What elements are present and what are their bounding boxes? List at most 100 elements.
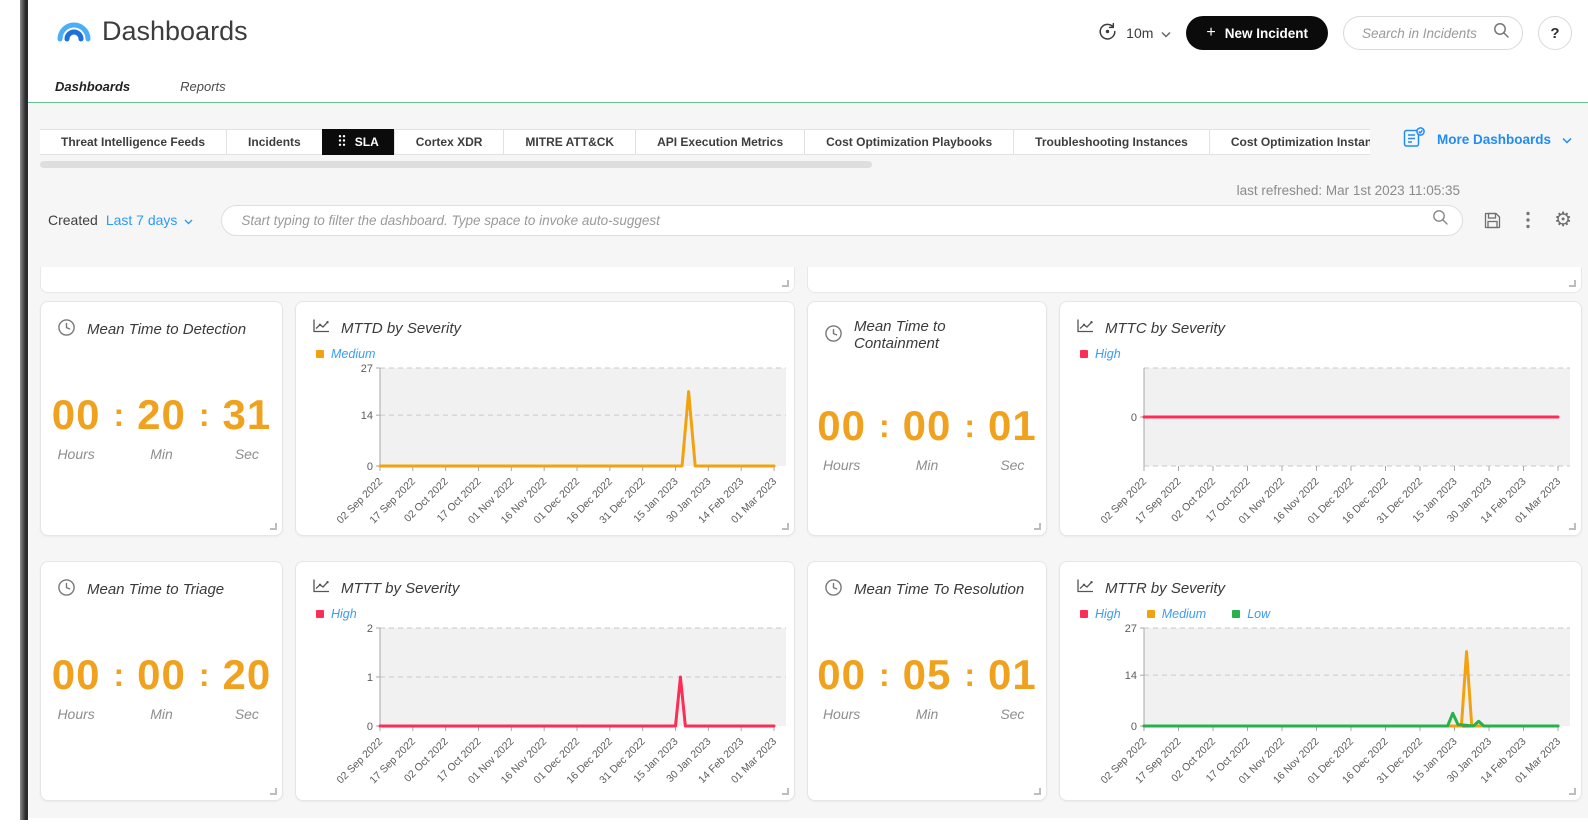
dashboard-tab-sla[interactable]: SLA: [322, 129, 395, 155]
settings-gear-button[interactable]: ⚙: [1554, 210, 1572, 230]
clock-icon: [824, 324, 843, 347]
resize-handle[interactable]: [782, 523, 789, 530]
minutes-value: 05: [903, 651, 952, 699]
svg-text:0: 0: [1131, 721, 1137, 733]
widget-mean-time-to-triage: Mean Time to Triage 00Hours : 00Min : 20…: [40, 561, 283, 801]
clock-icon: [57, 318, 76, 341]
new-dashboard-icon[interactable]: [1403, 127, 1426, 151]
resize-handle[interactable]: [782, 280, 789, 287]
dashboard-filter-input[interactable]: [239, 212, 1432, 229]
svg-text:0: 0: [367, 461, 373, 473]
created-range-selector[interactable]: Last 7 days: [106, 212, 194, 228]
widget-title: Mean Time to Containment: [854, 318, 1030, 352]
new-incident-button[interactable]: + New Incident: [1186, 16, 1328, 50]
resize-handle[interactable]: [1569, 788, 1576, 795]
dashboard-tab-cost-optimization-instances[interactable]: Cost Optimization Instances: [1209, 129, 1370, 155]
chevron-down-icon: [184, 212, 193, 228]
mttt-chart: 21002 Sep 202217 Sep 202202 Oct 202217 O…: [300, 620, 792, 790]
plus-icon: +: [1206, 24, 1215, 42]
chevron-down-icon: [1161, 25, 1171, 41]
legend-item-high[interactable]: High: [316, 607, 357, 621]
search-input[interactable]: [1360, 25, 1493, 42]
resize-handle[interactable]: [270, 523, 277, 530]
dashboard-tab-api-execution-metrics[interactable]: API Execution Metrics: [635, 129, 805, 155]
mttd-chart: 2714002 Sep 202217 Sep 202202 Oct 202217…: [300, 360, 792, 530]
kebab-menu-button[interactable]: [1526, 211, 1530, 229]
widget-mean-time-to-resolution: Mean Time To Resolution 00Hours : 05Min …: [807, 561, 1047, 801]
hours-value: 00: [817, 402, 866, 450]
save-dashboard-button[interactable]: [1483, 211, 1502, 230]
clock-icon: [57, 578, 76, 601]
dashboard-tab-incidents[interactable]: Incidents: [226, 129, 323, 155]
svg-text:27: 27: [361, 363, 373, 375]
filter-row: Created Last 7 days: [48, 204, 1572, 236]
legend-item-high[interactable]: High: [1080, 347, 1121, 361]
collapsed-sidebar[interactable]: [20, 0, 28, 820]
legend-swatch: [316, 350, 324, 358]
app-window: Dashboards 10m + New Incident: [28, 0, 1588, 818]
legend-item-medium[interactable]: Medium: [1147, 607, 1206, 621]
dashboard-tab-cost-optimization-playbooks[interactable]: Cost Optimization Playbooks: [804, 129, 1014, 155]
tab-strip-scrollbar[interactable]: [40, 161, 872, 168]
minutes-value: 00: [137, 651, 186, 699]
refresh-icon: [1097, 21, 1118, 45]
svg-text:27: 27: [1125, 623, 1137, 635]
hours-value: 00: [817, 651, 866, 699]
legend-item-medium[interactable]: Medium: [316, 347, 375, 361]
widget-mean-time-to-containment: Mean Time to Containment 00Hours : 00Min…: [807, 301, 1047, 536]
last-refreshed-text: last refreshed: Mar 1st 2023 11:05:35: [1237, 183, 1460, 198]
svg-text:14: 14: [361, 410, 373, 422]
dashboard-tab-mitre-attck[interactable]: MITRE ATT&CK: [503, 129, 636, 155]
seconds-value: 20: [223, 651, 272, 699]
resize-handle[interactable]: [1569, 523, 1576, 530]
widget-partial-right: [807, 267, 1582, 293]
legend-swatch: [1147, 610, 1155, 618]
mttr-chart: 2714002 Sep 202217 Sep 202202 Oct 202217…: [1064, 620, 1576, 790]
widget-title: MTTT by Severity: [341, 580, 459, 597]
resize-handle[interactable]: [782, 788, 789, 795]
widget-mttr-by-severity: MTTR by Severity High Medium Low 2714002…: [1059, 561, 1582, 801]
dashboard-tab-threat-intelligence-feeds[interactable]: Threat Intelligence Feeds: [40, 129, 227, 155]
svg-text:14: 14: [1125, 670, 1137, 682]
widget-mean-time-to-detection: Mean Time to Detection 00Hours : 20Min :…: [40, 301, 283, 536]
resize-handle[interactable]: [270, 788, 277, 795]
widget-title: Mean Time to Triage: [87, 581, 224, 598]
widget-title: Mean Time To Resolution: [854, 581, 1024, 598]
dashboard-tab-strip: Threat Intelligence Feeds Incidents SLA …: [40, 129, 1370, 155]
search-icon[interactable]: [1493, 22, 1510, 44]
refresh-interval-value: 10m: [1126, 25, 1153, 41]
seconds-value: 31: [223, 391, 272, 439]
seconds-value: 01: [988, 402, 1037, 450]
resize-handle[interactable]: [1034, 788, 1041, 795]
line-chart-icon: [1076, 318, 1094, 338]
widget-mttt-by-severity: MTTT by Severity High 21002 Sep 202217 S…: [295, 561, 795, 801]
dashboard-tab-cortex-xdr[interactable]: Cortex XDR: [394, 129, 505, 155]
resize-handle[interactable]: [1569, 280, 1576, 287]
search-icon[interactable]: [1432, 209, 1449, 231]
widget-title: Mean Time to Detection: [87, 321, 246, 338]
legend-item-high[interactable]: High: [1080, 607, 1121, 621]
svg-text:1: 1: [367, 672, 373, 684]
cortex-logo-icon: [54, 14, 94, 57]
svg-text:0: 0: [1131, 412, 1137, 424]
minutes-value: 00: [903, 402, 952, 450]
clock-icon: [824, 578, 843, 601]
dashboard-content: Threat Intelligence Feeds Incidents SLA …: [28, 103, 1588, 818]
incident-search: [1343, 16, 1523, 50]
seconds-value: 01: [988, 651, 1037, 699]
legend-swatch: [1080, 350, 1088, 358]
dashboard-tab-troubleshooting-instances[interactable]: Troubleshooting Instances: [1013, 129, 1210, 155]
hours-value: 00: [52, 391, 101, 439]
legend-item-low[interactable]: Low: [1232, 607, 1270, 621]
more-dashboards-control[interactable]: More Dashboards: [1403, 127, 1572, 151]
widget-mttc-by-severity: MTTC by Severity High 002 Sep 202217 Sep…: [1059, 301, 1582, 536]
legend-swatch: [1080, 610, 1088, 618]
refresh-interval-control[interactable]: 10m: [1097, 21, 1171, 45]
created-label: Created: [48, 212, 98, 228]
line-chart-icon: [312, 318, 330, 338]
resize-handle[interactable]: [1034, 523, 1041, 530]
help-button[interactable]: ?: [1538, 16, 1572, 50]
legend-swatch: [316, 610, 324, 618]
line-chart-icon: [1076, 578, 1094, 598]
svg-text:2: 2: [367, 623, 373, 635]
